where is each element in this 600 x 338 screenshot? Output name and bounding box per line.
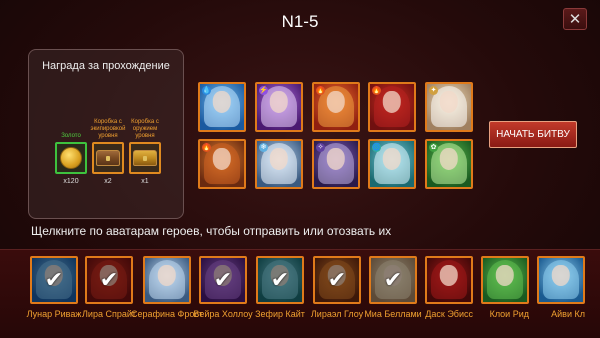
roster-hero-avatar[interactable] <box>537 256 585 304</box>
checkmark-icon: ✔ <box>213 267 233 292</box>
roster-hero-name: Лира Спрайт <box>82 309 136 319</box>
roster-hero-avatar[interactable]: ✔ <box>369 256 417 304</box>
roster-hero-name: Зефир Кайт <box>255 309 305 319</box>
roster-hero-avatar[interactable]: ✔ <box>30 256 78 304</box>
checkmark-icon: ✔ <box>327 267 347 292</box>
checkmark-icon: ✔ <box>270 267 290 292</box>
roster-hero[interactable]: Клои Рид <box>481 256 529 322</box>
checkmark-icon: ✔ <box>44 267 64 292</box>
roster-hero-avatar[interactable] <box>481 256 529 304</box>
roster-hero-name: Вейра Холлоу <box>193 309 253 319</box>
roster-hero-avatar[interactable]: ✔ <box>256 256 304 304</box>
checkmark-icon: ✔ <box>99 267 119 292</box>
hero-roster: ✔ Лунар Риваж ✔ Лира Спрайт Серафина Фрост ✔ В… <box>0 0 600 338</box>
roster-hero-avatar[interactable]: ✔ <box>313 256 361 304</box>
roster-hero-name: Миа Беллами <box>364 309 422 319</box>
roster-hero-name: Лираэл Глоу <box>310 309 364 319</box>
roster-hero-avatar[interactable]: ✔ <box>85 256 133 304</box>
roster-hero-name: Клои Рид <box>489 309 529 319</box>
roster-hero[interactable]: ✔ Миа Беллами <box>364 256 422 322</box>
roster-hero-avatar[interactable] <box>143 256 191 304</box>
roster-hero-avatar[interactable]: ✔ <box>199 256 247 304</box>
roster-hero[interactable]: Айви Кл <box>537 256 585 322</box>
roster-hero[interactable]: Даск Эбисс <box>425 256 473 322</box>
roster-hero[interactable]: ✔ Лираэл Глоу <box>310 256 364 322</box>
roster-hero-name: Айви Кл <box>551 309 585 319</box>
roster-hero[interactable]: ✔ Вейра Холлоу <box>193 256 253 322</box>
checkmark-icon: ✔ <box>383 267 403 292</box>
roster-hero[interactable]: Серафина Фрост <box>131 256 203 322</box>
roster-hero[interactable]: ✔ Зефир Кайт <box>255 256 305 322</box>
roster-hero[interactable]: ✔ Лира Спрайт <box>82 256 136 322</box>
roster-hero-avatar[interactable] <box>425 256 473 304</box>
roster-hero-name: Лунар Риваж <box>26 309 82 319</box>
roster-hero[interactable]: ✔ Лунар Риваж <box>27 256 81 322</box>
roster-hero-name: Серафина Фрост <box>131 309 203 319</box>
roster-hero-name: Даск Эбисс <box>425 309 473 319</box>
